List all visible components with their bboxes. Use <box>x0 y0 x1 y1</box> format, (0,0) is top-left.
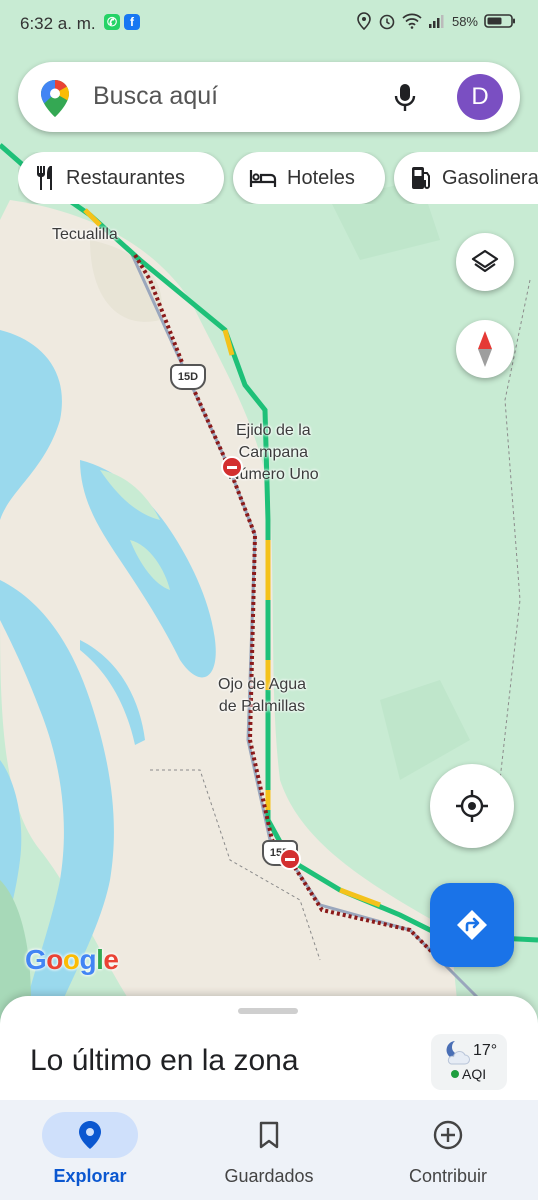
directions-button[interactable] <box>430 883 514 967</box>
nav-saved[interactable]: Guardados <box>179 1100 359 1200</box>
directions-icon <box>457 910 487 940</box>
search-bar[interactable]: Busca aquí D <box>18 62 520 132</box>
nav-explore-pill <box>42 1112 138 1158</box>
layers-icon <box>471 249 499 273</box>
chip-label: Gasolineras <box>442 166 538 189</box>
drag-handle[interactable] <box>238 1008 298 1014</box>
nav-contribute[interactable]: Contribuir <box>358 1100 538 1200</box>
whatsapp-icon: ✆ <box>104 14 120 30</box>
layers-button[interactable] <box>456 233 514 291</box>
road-closure-icon[interactable] <box>221 456 243 478</box>
moon-cloud-icon <box>446 1041 470 1065</box>
compass-button[interactable] <box>456 320 514 378</box>
add-circle-icon <box>433 1120 463 1150</box>
status-time: 6:32 a. m. <box>20 14 96 33</box>
nav-contribute-pill <box>400 1112 496 1158</box>
signal-icon <box>428 15 444 28</box>
sheet-title: Lo último en la zona <box>30 1044 299 1077</box>
road-closure-icon[interactable] <box>279 848 301 870</box>
battery-icon <box>484 14 515 28</box>
wifi-icon <box>402 13 422 29</box>
temperature: 17° <box>473 1042 498 1059</box>
bottom-sheet[interactable]: Lo último en la zona 17° AQI <box>0 996 538 1106</box>
notification-icons: ✆ f <box>104 14 140 30</box>
chip-label: Hoteles <box>287 166 355 189</box>
status-indicators: 58% <box>356 12 516 30</box>
chip-hotels[interactable]: Hoteles <box>233 152 385 204</box>
google-maps-logo-icon <box>41 80 69 117</box>
nav-saved-pill <box>221 1112 317 1158</box>
highway-shield-top: 15D <box>170 364 206 390</box>
chip-restaurants[interactable]: Restaurantes <box>18 152 224 204</box>
avatar-initial: D <box>471 83 489 110</box>
chip-label: Restaurantes <box>66 166 185 189</box>
nav-label: Contribuir <box>408 1166 488 1186</box>
microphone-icon[interactable] <box>393 82 417 114</box>
crosshair-icon <box>456 790 488 822</box>
battery-percent: 58% <box>451 13 478 29</box>
google-attribution: Google <box>25 944 119 975</box>
location-pin-icon <box>79 1121 101 1149</box>
place-label-ojo-de-agua[interactable]: Ojo de Agua de Palmillas <box>218 674 306 718</box>
facebook-icon: f <box>124 14 140 30</box>
weather-chip[interactable]: 17° AQI <box>431 1034 507 1090</box>
alarm-icon <box>379 14 395 30</box>
aqi-label: AQI <box>462 1066 487 1082</box>
bottom-navigation: Explorar Guardados Contribuir <box>0 1100 538 1200</box>
location-icon <box>357 12 371 30</box>
bed-icon <box>249 167 277 189</box>
place-label-ejido[interactable]: Ejido de la Campana Número Uno <box>228 420 319 486</box>
gas-station-icon <box>410 165 432 191</box>
search-input[interactable]: Busca aquí <box>93 82 218 111</box>
bookmark-icon <box>259 1121 279 1149</box>
shield-label: 15D <box>177 371 199 383</box>
compass-icon <box>478 331 492 367</box>
chip-gas-stations[interactable]: Gasolineras <box>394 152 538 204</box>
my-location-button[interactable] <box>430 764 514 848</box>
nav-label: Explorar <box>53 1166 127 1186</box>
avatar[interactable]: D <box>457 74 503 120</box>
status-bar: 6:32 a. m. ✆ f 58% <box>0 0 538 50</box>
nav-explore[interactable]: Explorar <box>0 1100 180 1200</box>
nav-label: Guardados <box>224 1166 314 1186</box>
aqi-status-dot <box>451 1070 459 1078</box>
fork-knife-icon <box>34 165 56 191</box>
category-chips: Restaurantes Hoteles Gasolineras <box>18 152 538 204</box>
place-label-tecualilla[interactable]: Tecualilla <box>52 224 118 246</box>
